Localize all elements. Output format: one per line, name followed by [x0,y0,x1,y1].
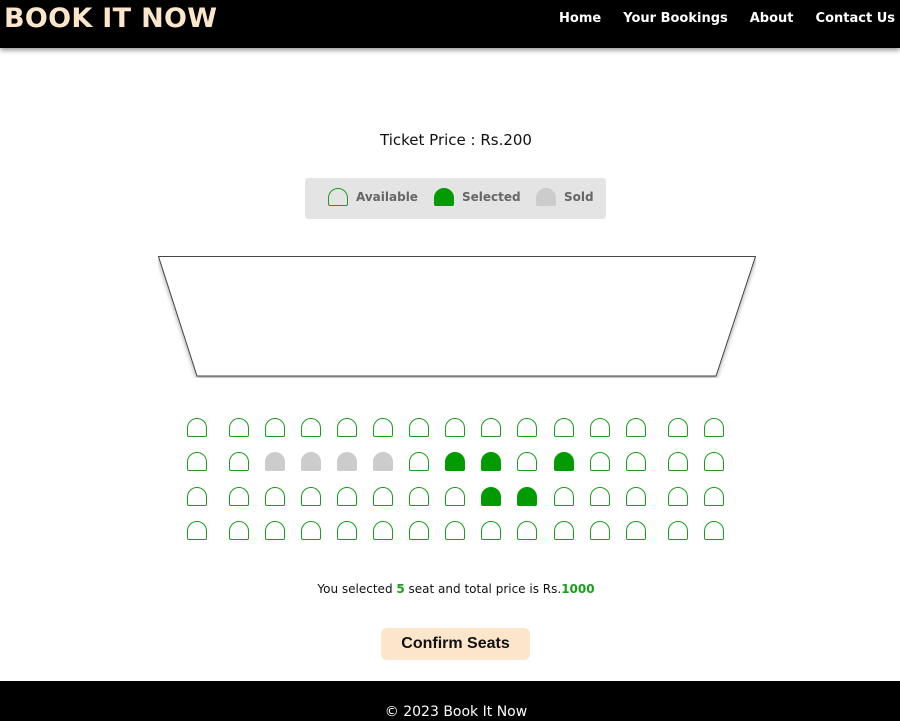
available-seat[interactable] [265,418,285,437]
available-seat[interactable] [704,521,724,540]
available-seat[interactable] [445,521,465,540]
available-seat[interactable] [517,452,537,471]
available-seat[interactable] [445,487,465,506]
available-seat[interactable] [626,487,646,506]
available-seat[interactable] [626,521,646,540]
available-seat[interactable] [229,418,249,437]
available-seat[interactable] [481,418,501,437]
available-seat[interactable] [590,521,610,540]
available-seat[interactable] [229,487,249,506]
selected-seat[interactable] [481,452,501,471]
available-seat[interactable] [704,418,724,437]
available-seat[interactable] [187,487,207,506]
available-seat[interactable] [668,521,688,540]
available-seat[interactable] [590,418,610,437]
selected-seat[interactable] [517,487,537,506]
available-seat[interactable] [554,487,574,506]
available-seat[interactable] [668,418,688,437]
selected-seat[interactable] [481,487,501,506]
available-seat[interactable] [337,418,357,437]
available-seat[interactable] [187,521,207,540]
available-seat[interactable] [704,487,724,506]
available-seat[interactable] [517,418,537,437]
seat-grid [0,0,900,560]
available-seat[interactable] [229,452,249,471]
footer-copyright: © 2023 Book It Now [384,704,528,720]
available-seat[interactable] [337,487,357,506]
available-seat[interactable] [554,418,574,437]
available-seat[interactable] [554,521,574,540]
available-seat[interactable] [409,487,429,506]
available-seat[interactable] [590,452,610,471]
footer: © 2023 Book It Now [0,681,900,721]
available-seat[interactable] [373,521,393,540]
available-seat[interactable] [301,521,321,540]
available-seat[interactable] [187,452,207,471]
sold-seat [373,452,393,471]
selected-seat-count: 5 [396,582,405,596]
total-price: 1000 [561,582,595,596]
sold-seat [337,452,357,471]
selected-seat[interactable] [554,452,574,471]
available-seat[interactable] [265,487,285,506]
available-seat[interactable] [229,521,249,540]
available-seat[interactable] [187,418,207,437]
sold-seat [265,452,285,471]
available-seat[interactable] [704,452,724,471]
available-seat[interactable] [626,452,646,471]
confirm-seats-button[interactable]: Confirm Seats [381,628,530,660]
summary-prefix: You selected [317,582,397,596]
available-seat[interactable] [481,521,501,540]
available-seat[interactable] [445,418,465,437]
available-seat[interactable] [409,521,429,540]
available-seat[interactable] [301,487,321,506]
available-seat[interactable] [301,418,321,437]
available-seat[interactable] [337,521,357,540]
available-seat[interactable] [265,521,285,540]
available-seat[interactable] [517,521,537,540]
available-seat[interactable] [409,452,429,471]
selected-seat[interactable] [445,452,465,471]
available-seat[interactable] [590,487,610,506]
available-seat[interactable] [373,418,393,437]
available-seat[interactable] [626,418,646,437]
selection-summary: You selected 5 seat and total price is R… [0,582,900,596]
available-seat[interactable] [373,487,393,506]
summary-middle: seat and total price is Rs. [404,582,562,596]
sold-seat [301,452,321,471]
available-seat[interactable] [409,418,429,437]
available-seat[interactable] [668,487,688,506]
available-seat[interactable] [668,452,688,471]
